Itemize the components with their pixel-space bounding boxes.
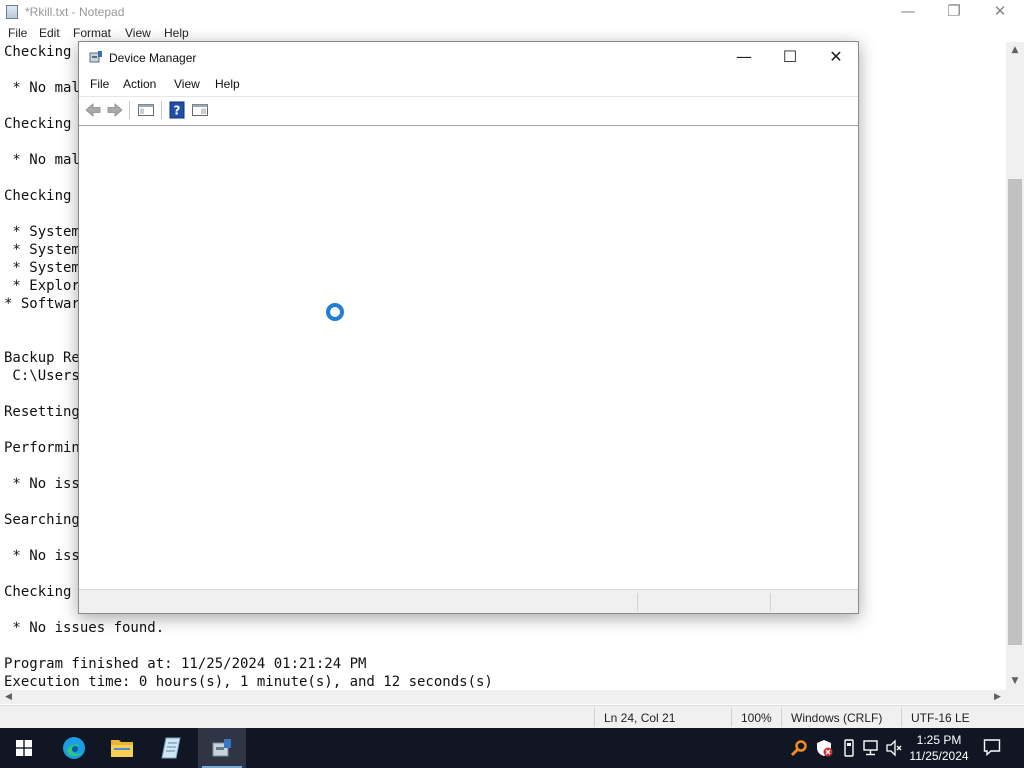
forward-icon[interactable] <box>105 100 125 120</box>
clock-time: 1:25 PM <box>916 733 962 747</box>
notepad-menu-view[interactable]: View <box>125 26 151 40</box>
notepad-close-button[interactable]: ✕ <box>977 0 1023 24</box>
notepad-minimize-button[interactable]: — <box>885 0 931 24</box>
notepad-horizontal-scrollbar[interactable]: ◀ ▶ <box>0 690 1006 704</box>
scroll-thumb[interactable] <box>1008 179 1022 645</box>
volume-muted-icon[interactable] <box>885 739 903 757</box>
toolbar-separator <box>161 101 162 119</box>
edge-icon <box>63 737 85 759</box>
taskbar-clock[interactable]: 1:25 PM 11/25/2024 <box>905 732 973 764</box>
status-cursor-position: Ln 24, Col 21 <box>604 711 676 725</box>
device-manager-statusbar <box>79 589 858 613</box>
properties-icon[interactable] <box>190 100 210 120</box>
svg-text:?: ? <box>174 104 181 118</box>
status-divider <box>901 708 902 727</box>
notifications-icon[interactable] <box>983 738 1001 756</box>
notepad-text-line <box>4 637 1006 655</box>
notepad-text-line: * No issues found. <box>4 620 165 636</box>
dm-menu-action[interactable]: Action <box>123 77 156 91</box>
taskbar-file-explorer[interactable] <box>98 728 146 768</box>
notepad-menu-edit[interactable]: Edit <box>39 26 60 40</box>
notepad-app-icon <box>6 5 18 19</box>
notepad-menu-format[interactable]: Format <box>73 26 111 40</box>
device-manager-menubar: File Action View Help <box>79 73 858 95</box>
dm-menu-file[interactable]: File <box>90 77 109 91</box>
taskbar: 1:25 PM 11/25/2024 <box>0 728 1024 768</box>
scroll-right-icon[interactable]: ▶ <box>989 690 1006 704</box>
usb-device-icon[interactable] <box>840 739 858 757</box>
status-divider <box>594 708 595 727</box>
status-zoom: 100% <box>741 711 772 725</box>
device-manager-toolbar: ? <box>79 96 858 122</box>
notepad-menu-file[interactable]: File <box>8 26 27 40</box>
notepad-title: *Rkill.txt - Notepad <box>25 5 125 19</box>
start-button[interactable] <box>0 728 48 768</box>
dm-menu-help[interactable]: Help <box>215 77 240 91</box>
taskbar-edge[interactable] <box>50 728 98 768</box>
scroll-left-icon[interactable]: ◀ <box>0 690 17 704</box>
clock-date: 11/25/2024 <box>909 749 969 763</box>
file-explorer-icon <box>111 740 133 757</box>
scrollbar-corner <box>1006 690 1024 704</box>
scroll-down-icon[interactable]: ▼ <box>1006 673 1024 690</box>
back-icon[interactable] <box>83 100 103 120</box>
notepad-titlebar[interactable]: *Rkill.txt - Notepad — ❐ ✕ <box>0 0 1024 24</box>
device-tree-pane[interactable] <box>79 125 858 589</box>
notepad-text-line: Execution time: 0 hours(s), 1 minute(s),… <box>4 674 493 689</box>
notepad-restore-button[interactable]: ❐ <box>931 0 977 24</box>
device-manager-close-button[interactable]: ✕ <box>813 42 859 73</box>
status-divider <box>731 708 732 727</box>
device-manager-app-icon <box>89 51 102 63</box>
device-manager-window: Device Manager — ☐ ✕ File Action View He… <box>78 41 859 614</box>
status-divider <box>781 708 782 727</box>
loading-spinner-icon <box>326 303 344 321</box>
status-line-ending: Windows (CRLF) <box>791 711 883 725</box>
notepad-icon <box>161 737 181 759</box>
status-divider <box>770 593 771 611</box>
device-manager-titlebar[interactable]: Device Manager — ☐ ✕ <box>79 42 858 73</box>
taskbar-device-manager[interactable] <box>198 728 246 768</box>
show-hide-console-tree-icon[interactable] <box>136 100 156 120</box>
security-shield-icon[interactable] <box>815 739 833 757</box>
status-divider <box>637 593 638 611</box>
device-manager-title: Device Manager <box>109 51 197 65</box>
notepad-menu-help[interactable]: Help <box>164 26 189 40</box>
toolbar-separator <box>129 101 130 119</box>
device-manager-minimize-button[interactable]: — <box>721 42 767 73</box>
status-encoding: UTF-16 LE <box>911 711 970 725</box>
device-manager-maximize-button[interactable]: ☐ <box>767 42 813 73</box>
start-icon <box>16 740 32 756</box>
help-icon[interactable]: ? <box>167 100 187 120</box>
search-tool-icon[interactable] <box>790 739 808 757</box>
taskbar-notepad[interactable] <box>148 728 196 768</box>
device-manager-icon <box>212 739 231 757</box>
notepad-vertical-scrollbar[interactable]: ▲ ▼ <box>1006 42 1024 690</box>
notepad-menubar: File Edit Format View Help <box>0 24 1024 42</box>
notepad-statusbar: Ln 24, Col 21 100% Windows (CRLF) UTF-16… <box>0 705 1024 728</box>
network-icon[interactable] <box>862 739 880 757</box>
dm-menu-view[interactable]: View <box>174 77 200 91</box>
notepad-text-line: Program finished at: 11/25/2024 01:21:24… <box>4 656 367 672</box>
scroll-up-icon[interactable]: ▲ <box>1006 42 1024 59</box>
